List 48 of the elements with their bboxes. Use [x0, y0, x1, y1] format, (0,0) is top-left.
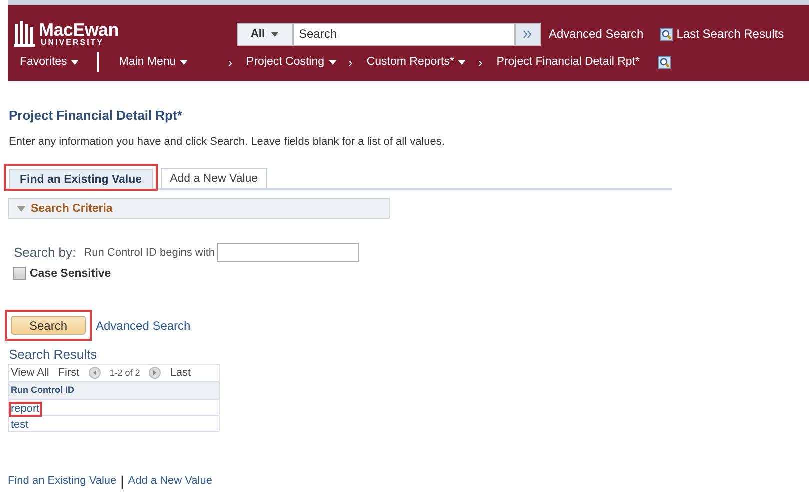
scope-dropdown[interactable]: All	[237, 22, 293, 46]
tab[interactable]: Add a New Value	[161, 168, 268, 188]
breadcrumb-link[interactable]: Project Costing	[246, 56, 337, 68]
page-count: 1-2 of 2	[110, 368, 140, 378]
search-criteria-header[interactable]: Search Criteria	[8, 198, 390, 219]
columns-logo-icon	[14, 21, 36, 47]
advanced-search-link[interactable]: Advanced Search	[96, 318, 191, 332]
result-link[interactable]: report	[11, 404, 40, 415]
field-label: Run Control ID begins with	[84, 246, 215, 258]
breadcrumb-separator: ›	[228, 54, 233, 70]
favorites-menu[interactable]: Favorites	[20, 56, 80, 68]
footer-link[interactable]: Find an Existing Value	[8, 475, 117, 487]
search-go-button[interactable]	[515, 22, 541, 46]
result-link[interactable]: test	[11, 419, 29, 431]
caret-icon	[271, 32, 280, 36]
logo-name: MacEwan	[39, 21, 119, 39]
column-header: Run Control ID	[9, 381, 219, 399]
tab[interactable]: Find an Existing Value	[9, 169, 154, 189]
input-field[interactable]	[217, 243, 359, 262]
previous-icon[interactable]	[88, 367, 101, 379]
link-separator: |	[120, 473, 124, 489]
instructions: Enter any information you have and click Search. Leave fields blank for a list of all values.	[9, 136, 446, 148]
breadcrumb-separator: ›	[348, 54, 353, 70]
section-title: Search Criteria	[31, 202, 113, 214]
results-title: Search Results	[9, 347, 98, 362]
view-all-link[interactable]: View All	[11, 367, 50, 379]
page-title: Project Financial Detail Rpt*	[9, 108, 184, 123]
caret-icon	[180, 60, 188, 64]
breadcrumb-link[interactable]: Custom Reports*	[366, 56, 466, 68]
search-icon	[660, 28, 673, 40]
footer-link[interactable]: Add a New Value	[128, 475, 212, 487]
first-link[interactable]: First	[58, 367, 80, 379]
last-search-results-link[interactable]: Last Search Results	[676, 27, 784, 41]
breadcrumb-link[interactable]: Project Financial Detail Rpt*	[496, 56, 640, 68]
checkbox-label: Case Sensitive	[30, 268, 112, 280]
double-chevron-icon	[523, 30, 533, 38]
advanced-search-link[interactable]: Advanced Search	[549, 27, 644, 41]
breadcrumb-separator: ›	[478, 54, 483, 70]
search-field[interactable]: Search	[293, 22, 515, 46]
next-icon[interactable]	[149, 367, 162, 379]
checkbox[interactable]	[13, 267, 26, 280]
last-link[interactable]: Last	[170, 367, 192, 379]
search-by-label: Search by:	[14, 245, 76, 260]
search-button[interactable]: Search	[11, 316, 86, 335]
main-menu[interactable]: Main Menu	[119, 56, 188, 68]
caret-icon	[71, 60, 80, 64]
search-icon[interactable]	[658, 56, 671, 68]
logo-subtitle: UNIVERSITY	[41, 39, 106, 47]
